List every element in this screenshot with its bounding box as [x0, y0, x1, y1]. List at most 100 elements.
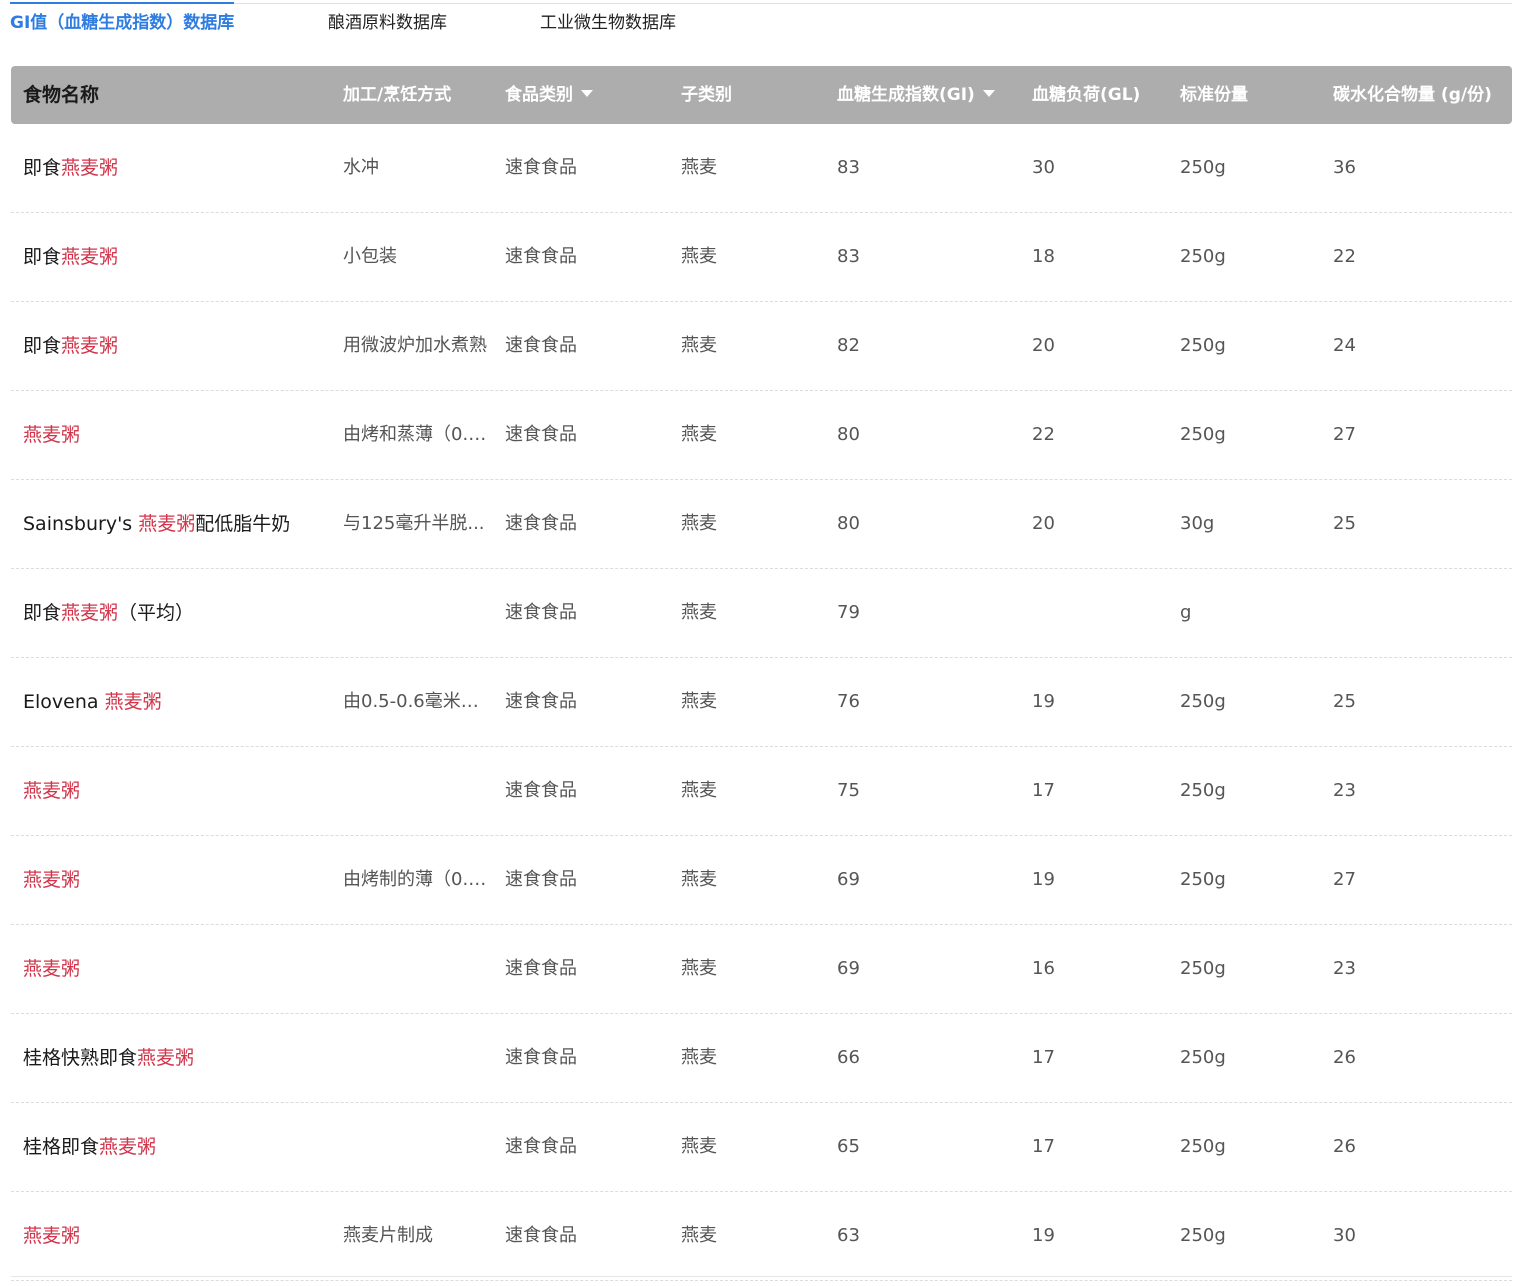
cell-food-name[interactable]: 燕麦粥 — [23, 391, 333, 479]
cell-food-name[interactable]: 即食燕麦粥 — [23, 213, 333, 301]
cell-food-category: 速食食品 — [505, 869, 577, 890]
cell-food-name[interactable]: 燕麦粥 — [23, 925, 333, 1013]
database-tabs: GI值（血糖生成指数）数据库 酿酒原料数据库 工业微生物数据库 — [10, 2, 1512, 44]
table-row[interactable]: Elovena 燕麦粥 由0.5-0.6毫米厚... 速食食品 燕麦 76 19 250g 2… — [11, 658, 1512, 747]
cell-subcategory: 燕麦 — [681, 335, 717, 356]
column-header-subcategory: 子类别 — [681, 85, 732, 105]
table-row[interactable]: 燕麦粥 速食食品 燕麦 75 17 250g 23 — [11, 747, 1512, 836]
sort-caret-down-icon[interactable] — [982, 89, 995, 97]
column-header-food-name: 食物名称 — [23, 84, 100, 106]
cell-food-name[interactable]: Sainsbury's 燕麦粥配低脂牛奶 — [23, 480, 333, 568]
cell-gl-value: 17 — [1032, 1047, 1055, 1068]
cell-portion: 250g — [1180, 335, 1226, 356]
food-name-keyword-highlight: 燕麦粥 — [61, 335, 119, 357]
column-header-gi[interactable]: 血糖生成指数(GI) — [837, 66, 1017, 124]
cell-gl-value: 19 — [1032, 1225, 1055, 1246]
table-row[interactable]: 燕麦粥 由烤和蒸薄（0.5... 速食食品 燕麦 80 22 250g 27 — [11, 391, 1512, 480]
cell-food-name[interactable]: 即食燕麦粥 — [23, 302, 333, 390]
cell-portion: 250g — [1180, 780, 1226, 801]
sort-caret-down-icon[interactable] — [581, 89, 593, 97]
cell-gl-value: 30 — [1032, 157, 1055, 178]
cell-cooking-method: 用微波炉加水煮熟 — [343, 335, 487, 356]
gi-data-table: 食物名称 加工/烹饪方式 食品类别 子类别 血糖生成指数(GI) 血糖负荷(GL… — [11, 66, 1512, 1281]
cell-carbs — [1333, 569, 1503, 657]
cell-food-name[interactable]: 桂格快熟即食燕麦粥 — [23, 1014, 333, 1102]
cell-portion: 250g — [1180, 1136, 1226, 1157]
cell-portion: 250g — [1180, 424, 1226, 445]
cell-subcategory: 燕麦 — [681, 1225, 717, 1246]
table-row[interactable]: 燕麦粥 速食食品 燕麦 69 16 250g 23 — [11, 925, 1512, 1014]
food-name-keyword-highlight: 燕麦粥 — [61, 157, 119, 179]
cell-portion: 250g — [1180, 691, 1226, 712]
cell-gi-value: 83 — [837, 157, 860, 178]
cell-subcategory: 燕麦 — [681, 513, 717, 534]
column-header-portion: 标准份量 — [1180, 85, 1248, 105]
cell-gi-value: 69 — [837, 958, 860, 979]
bottom-divider — [11, 1276, 1512, 1277]
cell-food-name[interactable]: 即食燕麦粥 — [23, 124, 333, 212]
table-row[interactable]: 燕麦粥 由烤制的薄（0.5... 速食食品 燕麦 69 19 250g 27 — [11, 836, 1512, 925]
cell-carbs: 23 — [1333, 958, 1356, 979]
cell-cooking-method: 由0.5-0.6毫米厚... — [343, 691, 491, 712]
cell-gi-value: 65 — [837, 1136, 860, 1157]
cell-gi-value: 83 — [837, 246, 860, 267]
cell-food-category: 速食食品 — [505, 780, 577, 801]
cell-carbs: 25 — [1333, 691, 1356, 712]
cell-food-category: 速食食品 — [505, 1225, 577, 1246]
cell-gi-value: 80 — [837, 513, 860, 534]
cell-food-name[interactable]: 桂格即食燕麦粥 — [23, 1103, 333, 1191]
cell-subcategory: 燕麦 — [681, 246, 717, 267]
cell-cooking-method: 与125毫升半脱... — [343, 513, 485, 534]
cell-portion: 250g — [1180, 1047, 1226, 1068]
table-row[interactable]: 即食燕麦粥 水冲 速食食品 燕麦 83 30 250g 36 — [11, 124, 1512, 213]
cell-food-category: 速食食品 — [505, 958, 577, 979]
food-name-keyword-highlight: 燕麦粥 — [23, 869, 81, 891]
column-header-gl: 血糖负荷(GL) — [1032, 85, 1141, 105]
cell-gl-value: 19 — [1032, 869, 1055, 890]
cell-food-name[interactable]: 燕麦粥 — [23, 836, 333, 924]
table-row[interactable]: 桂格快熟即食燕麦粥 速食食品 燕麦 66 17 250g 26 — [11, 1014, 1512, 1103]
cell-food-name[interactable]: 燕麦粥 — [23, 747, 333, 835]
food-name-text: Sainsbury's — [23, 513, 139, 535]
cell-food-name[interactable]: Elovena 燕麦粥 — [23, 658, 333, 746]
table-row[interactable]: 即食燕麦粥 小包装 速食食品 燕麦 83 18 250g 22 — [11, 213, 1512, 302]
cell-gl-value: 20 — [1032, 513, 1055, 534]
cell-gl-value — [1032, 569, 1162, 657]
table-row[interactable]: 桂格即食燕麦粥 速食食品 燕麦 65 17 250g 26 — [11, 1103, 1512, 1192]
table-body: 即食燕麦粥 水冲 速食食品 燕麦 83 30 250g 36 即食燕麦粥 小包装 速食食品 燕麦 83 1… — [11, 124, 1512, 1281]
cell-subcategory: 燕麦 — [681, 869, 717, 890]
cell-gl-value: 22 — [1032, 424, 1055, 445]
cell-cooking-method: 由烤制的薄（0.5... — [343, 869, 491, 890]
cell-gl-value: 17 — [1032, 780, 1055, 801]
cell-portion: 250g — [1180, 1225, 1226, 1246]
food-name-text: 配低脂牛奶 — [195, 513, 291, 535]
cell-food-category: 速食食品 — [505, 513, 577, 534]
cell-subcategory: 燕麦 — [681, 1136, 717, 1157]
cell-carbs: 30 — [1333, 1225, 1356, 1246]
column-header-food-category[interactable]: 食品类别 — [505, 66, 655, 124]
food-name-text: 即食 — [23, 602, 62, 624]
cell-cooking-method — [343, 1014, 491, 1102]
food-name-keyword-highlight: 燕麦粥 — [61, 246, 119, 268]
food-name-text: 桂格即食 — [23, 1136, 100, 1158]
table-row[interactable]: 燕麦粥 燕麦片制成 速食食品 燕麦 63 19 250g 30 — [11, 1192, 1512, 1281]
table-row[interactable]: 即食燕麦粥 用微波炉加水煮熟 速食食品 燕麦 82 20 250g 24 — [11, 302, 1512, 391]
cell-food-name[interactable]: 燕麦粥 — [23, 1192, 333, 1280]
cell-portion: 250g — [1180, 869, 1226, 890]
cell-food-category: 速食食品 — [505, 1136, 577, 1157]
cell-portion: 250g — [1180, 157, 1226, 178]
table-row[interactable]: Sainsbury's 燕麦粥配低脂牛奶 与125毫升半脱... 速食食品 燕麦 80 2… — [11, 480, 1512, 569]
tab-brewing-materials-database[interactable]: 酿酒原料数据库 — [328, 3, 447, 43]
cell-food-category: 速食食品 — [505, 602, 577, 623]
cell-portion: 250g — [1180, 958, 1226, 979]
cell-gl-value: 17 — [1032, 1136, 1055, 1157]
cell-gi-value: 76 — [837, 691, 860, 712]
food-name-text: Elovena — [23, 691, 105, 713]
cell-subcategory: 燕麦 — [681, 424, 717, 445]
cell-carbs: 26 — [1333, 1047, 1356, 1068]
tab-gi-database[interactable]: GI值（血糖生成指数）数据库 — [10, 2, 235, 44]
tab-industrial-microbes-database[interactable]: 工业微生物数据库 — [540, 3, 676, 43]
cell-food-name[interactable]: 即食燕麦粥（平均） — [23, 569, 333, 657]
food-name-keyword-highlight: 燕麦粥 — [137, 1047, 195, 1069]
table-row[interactable]: 即食燕麦粥（平均） 速食食品 燕麦 79 g — [11, 569, 1512, 658]
